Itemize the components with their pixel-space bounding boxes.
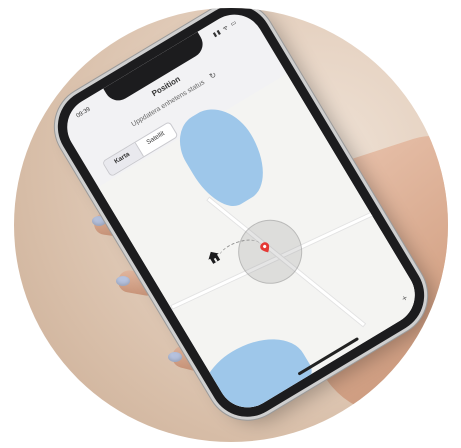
photo-background: 09:39 ▮▮ ᯤ ▭ Position Uppdatera enhetens…: [14, 8, 448, 442]
lake-shape: [167, 95, 280, 218]
status-time: 09:39: [75, 106, 92, 120]
finger-nail: [116, 276, 130, 286]
refresh-icon[interactable]: ↻: [208, 70, 218, 81]
finger-nail: [92, 216, 106, 226]
lake-shape: [189, 320, 320, 419]
plus-icon[interactable]: +: [400, 293, 410, 304]
finger-nail: [168, 352, 182, 362]
